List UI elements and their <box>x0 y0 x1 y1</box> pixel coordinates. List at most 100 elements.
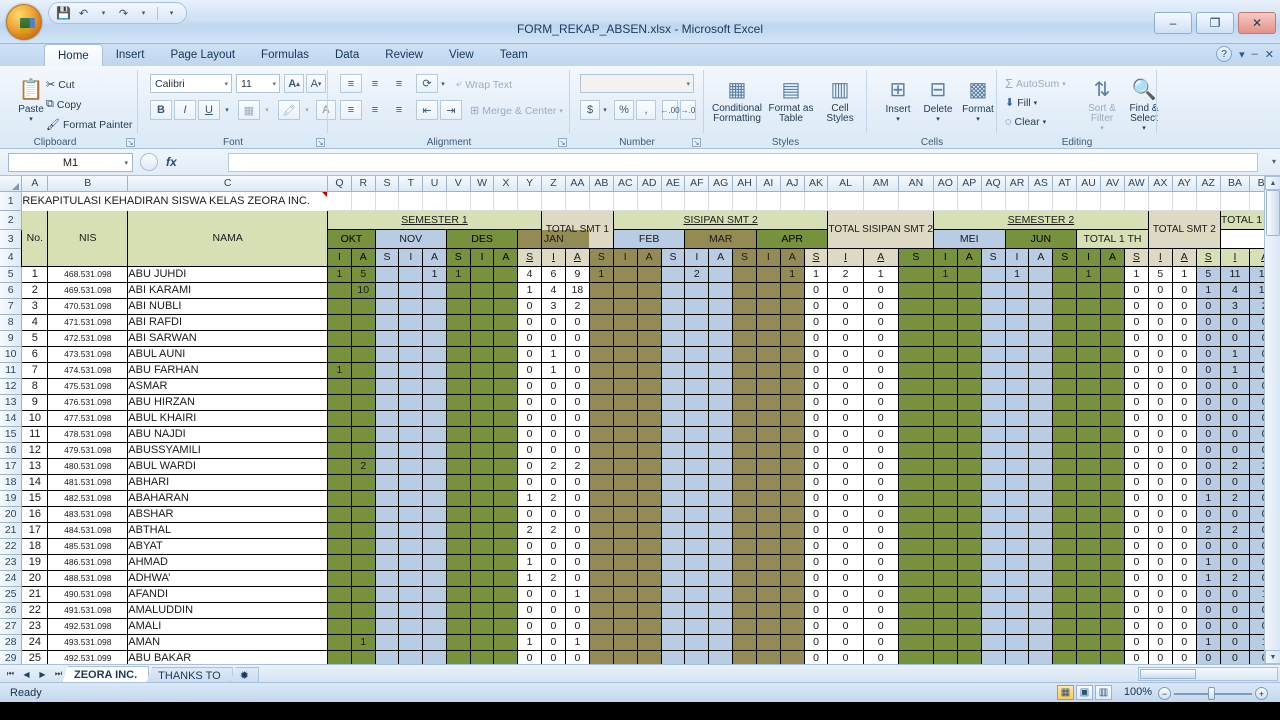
cell[interactable]: 2 <box>540 521 566 539</box>
cell[interactable] <box>469 281 495 299</box>
cell[interactable] <box>1028 505 1054 523</box>
cell[interactable] <box>612 649 638 664</box>
merge-dropdown-icon[interactable]: ▾ <box>559 107 563 115</box>
bold-button[interactable]: B <box>150 100 172 120</box>
cell[interactable] <box>493 393 519 411</box>
cell[interactable]: 2 <box>350 457 376 475</box>
cell[interactable] <box>612 297 638 315</box>
cell[interactable]: 0 <box>1123 569 1149 587</box>
cell[interactable] <box>398 649 424 664</box>
cell-nama[interactable]: ABI NUBLI <box>127 297 329 315</box>
cell[interactable] <box>636 409 662 427</box>
cell[interactable] <box>1028 409 1054 427</box>
cell[interactable] <box>897 361 934 379</box>
cell[interactable] <box>327 377 352 395</box>
cell[interactable] <box>1052 190 1078 211</box>
cell[interactable] <box>636 313 662 331</box>
cell[interactable] <box>1028 329 1054 347</box>
cell[interactable]: 4 <box>1219 281 1251 299</box>
cell[interactable]: 3 <box>540 297 566 315</box>
cell[interactable]: 0 <box>862 329 899 347</box>
row-header-28[interactable]: 28 <box>0 634 23 651</box>
cell[interactable] <box>493 521 519 539</box>
cell[interactable]: 0 <box>517 425 542 443</box>
cell[interactable]: 2 <box>564 457 590 475</box>
cell[interactable] <box>980 361 1006 379</box>
cell[interactable] <box>755 489 781 507</box>
cell[interactable]: 0 <box>540 377 566 395</box>
cell[interactable] <box>1076 617 1102 635</box>
cell[interactable] <box>588 617 614 635</box>
cell[interactable] <box>897 521 934 539</box>
help-icon[interactable]: ? <box>1216 46 1233 62</box>
clear-dropdown-icon[interactable]: ▾ <box>1043 118 1047 126</box>
cell[interactable]: 0 <box>862 297 899 315</box>
cell[interactable] <box>469 649 495 664</box>
cell[interactable]: 0 <box>827 425 864 443</box>
cell[interactable] <box>684 190 710 211</box>
cell[interactable] <box>732 457 757 475</box>
currency-dropdown-icon[interactable]: ▾ <box>600 100 610 120</box>
close-button[interactable]: ✕ <box>1238 12 1276 34</box>
cell[interactable] <box>327 633 352 651</box>
cell[interactable]: 0 <box>517 393 542 411</box>
cell[interactable] <box>732 345 757 363</box>
cell[interactable] <box>588 457 614 475</box>
cell[interactable] <box>980 617 1006 635</box>
cell[interactable] <box>980 313 1006 331</box>
cell[interactable] <box>588 553 614 571</box>
cell[interactable] <box>755 617 781 635</box>
cell[interactable] <box>1004 329 1030 347</box>
cell-nama[interactable]: ASMAR <box>127 377 329 395</box>
cell[interactable] <box>708 281 734 299</box>
cell[interactable] <box>398 585 424 603</box>
cell[interactable] <box>493 425 519 443</box>
cell[interactable] <box>660 489 686 507</box>
cell[interactable] <box>1100 489 1125 507</box>
cell[interactable]: 0 <box>1123 329 1149 347</box>
cell[interactable] <box>708 409 734 427</box>
cell[interactable] <box>660 537 686 555</box>
cell[interactable] <box>422 633 447 651</box>
cell[interactable]: 0 <box>803 617 829 635</box>
cell[interactable] <box>422 521 447 539</box>
cell[interactable] <box>755 537 781 555</box>
cell[interactable] <box>1004 553 1030 571</box>
cell[interactable] <box>1052 521 1078 539</box>
column-header-u[interactable]: U <box>422 176 447 192</box>
cell[interactable]: 5 <box>1147 265 1173 283</box>
cell[interactable] <box>398 409 424 427</box>
cell-nis[interactable]: 472.531.098 <box>47 329 129 347</box>
cell[interactable]: 1 <box>327 265 352 283</box>
cell[interactable] <box>779 297 805 315</box>
cell[interactable] <box>980 441 1006 459</box>
vertical-scrollbar[interactable]: ▲ ▼ <box>1264 176 1280 664</box>
cell[interactable] <box>932 441 958 459</box>
cell[interactable] <box>445 601 471 619</box>
cell[interactable] <box>1004 409 1030 427</box>
cell[interactable]: 0 <box>564 601 590 619</box>
cell[interactable] <box>374 617 400 635</box>
cell[interactable]: 0 <box>1147 633 1173 651</box>
cell[interactable] <box>493 601 519 619</box>
cell[interactable]: 0 <box>862 505 899 523</box>
cell[interactable] <box>732 537 757 555</box>
cell[interactable]: 0 <box>827 585 864 603</box>
cell-no[interactable]: 3 <box>21 297 49 315</box>
cell[interactable] <box>588 281 614 299</box>
cell[interactable] <box>1076 441 1102 459</box>
align-right-button[interactable]: ≡ <box>388 100 410 120</box>
cell[interactable] <box>1076 281 1102 299</box>
cell[interactable] <box>612 265 638 283</box>
cell[interactable] <box>932 505 958 523</box>
cell[interactable] <box>1028 441 1054 459</box>
cell-nis[interactable]: 469.531.098 <box>47 281 129 299</box>
cell[interactable]: 0 <box>540 329 566 347</box>
find-dropdown-icon[interactable]: ▾ <box>1142 124 1146 132</box>
cell[interactable]: 1 <box>862 265 899 283</box>
cell[interactable] <box>445 190 471 211</box>
increase-indent-button[interactable]: ⇥ <box>440 100 462 120</box>
cell-no[interactable]: 7 <box>21 361 49 379</box>
cell[interactable] <box>779 190 805 211</box>
cell[interactable]: 0 <box>564 553 590 571</box>
